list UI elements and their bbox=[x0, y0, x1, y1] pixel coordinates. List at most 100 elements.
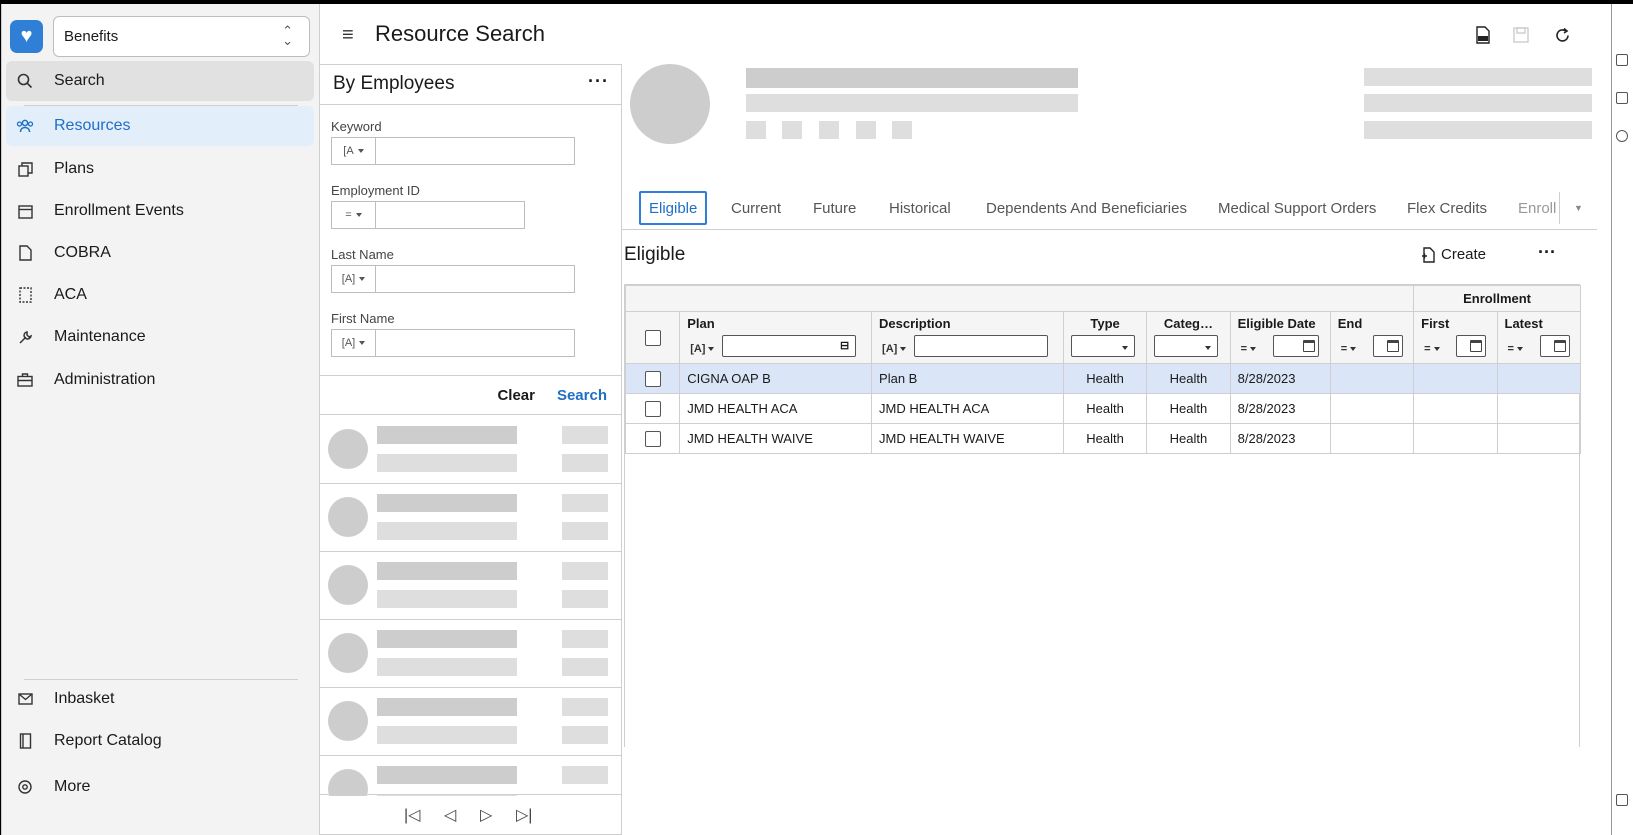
cell-end bbox=[1329, 393, 1415, 424]
badge-placeholder bbox=[856, 121, 876, 139]
sidebar-item-inbasket[interactable]: Inbasket bbox=[6, 679, 314, 719]
table-row[interactable]: JMD HEALTH WAIVE JMD HEALTH WAIVE Health… bbox=[624, 423, 1582, 454]
badge-placeholder bbox=[746, 121, 766, 139]
table-row[interactable]: JMD HEALTH ACA JMD HEALTH ACA Health Hea… bbox=[624, 393, 1582, 424]
row-checkbox[interactable] bbox=[644, 370, 661, 387]
sidebar-item-administration[interactable]: Administration bbox=[6, 360, 314, 400]
calendar-icon[interactable] bbox=[1553, 340, 1566, 352]
calendar-icon[interactable] bbox=[1302, 340, 1315, 352]
search-button[interactable]: Search bbox=[557, 387, 607, 404]
first-name-operator[interactable]: [A] bbox=[331, 329, 375, 357]
cell-first bbox=[1413, 423, 1498, 454]
keyword-label: Keyword bbox=[331, 119, 382, 134]
end-filter-operator[interactable]: = bbox=[1341, 343, 1356, 355]
calendar-icon[interactable] bbox=[1386, 340, 1399, 352]
plan-filter-input[interactable]: ⊟ bbox=[722, 335, 857, 357]
first-filter-operator[interactable]: = bbox=[1424, 343, 1439, 355]
cell-eligible-date: 8/28/2023 bbox=[1229, 363, 1331, 394]
row-checkbox[interactable] bbox=[644, 400, 661, 417]
last-page-icon[interactable]: ▷| bbox=[516, 805, 532, 825]
employment-id-input[interactable] bbox=[375, 201, 525, 229]
previous-page-icon[interactable]: ◁ bbox=[444, 805, 456, 825]
sidebar-item-enrollment-events[interactable]: Enrollment Events bbox=[6, 191, 314, 231]
mail-icon bbox=[16, 690, 34, 708]
type-filter-select[interactable] bbox=[1070, 335, 1135, 357]
last-name-label: Last Name bbox=[331, 247, 394, 262]
app-window: ♥ Benefits ⌃ ⌄ Search Resources Plans En… bbox=[1, 4, 1611, 835]
sidebar-item-maintenance[interactable]: Maintenance bbox=[6, 317, 314, 357]
last-name-operator[interactable]: [A] bbox=[331, 265, 375, 293]
tab-medical-support-orders[interactable]: Medical Support Orders bbox=[1218, 192, 1376, 224]
briefcase-icon bbox=[16, 371, 34, 389]
cell-plan: CIGNA OAP B bbox=[679, 363, 873, 394]
sidebar-item-aca[interactable]: ACA bbox=[6, 275, 314, 315]
keyword-operator[interactable]: [A bbox=[331, 137, 375, 165]
tab-current[interactable]: Current bbox=[731, 192, 781, 224]
col-category: Categ… bbox=[1146, 311, 1231, 364]
copy-icon bbox=[16, 160, 34, 178]
table-row[interactable]: CIGNA OAP B Plan B Health Health 8/28/20… bbox=[624, 363, 1582, 394]
eligible-grid: Enrollment Plan [A] ⊟ Description [A] Ty… bbox=[624, 284, 1582, 747]
more-options-icon[interactable]: ··· bbox=[588, 71, 609, 92]
benefits-logo-icon[interactable]: ♥ bbox=[10, 20, 43, 53]
last-name-input[interactable] bbox=[375, 265, 575, 293]
right-toolbar bbox=[1611, 4, 1633, 835]
end-filter-input[interactable] bbox=[1372, 335, 1403, 357]
first-name-label: First Name bbox=[331, 311, 395, 326]
employment-id-operator[interactable]: = bbox=[331, 201, 375, 229]
tab-historical[interactable]: Historical bbox=[889, 192, 951, 224]
sidebar-item-more[interactable]: More bbox=[6, 767, 314, 807]
description-filter-input[interactable] bbox=[914, 335, 1049, 357]
pdf-icon[interactable] bbox=[1472, 24, 1494, 46]
menu-icon[interactable]: ≡ bbox=[342, 24, 354, 47]
row-checkbox[interactable] bbox=[644, 430, 661, 447]
calendar-icon[interactable] bbox=[1470, 340, 1483, 352]
keyword-input[interactable] bbox=[375, 137, 575, 165]
sidebar-item-search[interactable]: Search bbox=[6, 61, 314, 101]
tab-enroll[interactable]: Enroll bbox=[1518, 192, 1556, 224]
tool-icon[interactable] bbox=[1616, 92, 1628, 104]
tool-icon[interactable] bbox=[1616, 54, 1628, 66]
create-label: Create bbox=[1441, 246, 1487, 263]
sidebar-item-plans[interactable]: Plans bbox=[6, 149, 314, 189]
sidebar-item-cobra[interactable]: COBRA bbox=[6, 233, 314, 273]
app-selector[interactable]: Benefits ⌃ ⌄ bbox=[53, 16, 310, 57]
sidebar-item-resources[interactable]: Resources bbox=[6, 106, 314, 146]
cell-description: Plan B bbox=[871, 363, 1064, 394]
sidebar-item-label: Report Catalog bbox=[54, 732, 162, 749]
tab-eligible[interactable]: Eligible bbox=[639, 191, 708, 225]
plan-filter-operator[interactable]: [A] bbox=[690, 343, 714, 355]
eligible-date-filter-input[interactable] bbox=[1272, 335, 1319, 357]
section-title: Eligible bbox=[624, 244, 686, 265]
tab-flex-credits[interactable]: Flex Credits bbox=[1407, 192, 1487, 224]
first-page-icon[interactable]: |◁ bbox=[404, 805, 420, 825]
save-icon[interactable] bbox=[1510, 24, 1532, 46]
tab-dependents-and-beneficiaries[interactable]: Dependents And Beneficiaries bbox=[986, 192, 1187, 224]
first-name-input[interactable] bbox=[375, 329, 575, 357]
cell-end bbox=[1329, 423, 1415, 454]
subtitle-placeholder bbox=[746, 94, 1078, 112]
calendar-icon bbox=[16, 202, 34, 220]
filter-search-icon[interactable]: ⊟ bbox=[840, 339, 849, 352]
settings-icon bbox=[16, 778, 34, 796]
refresh-icon[interactable] bbox=[1551, 24, 1573, 46]
description-filter-operator[interactable]: [A] bbox=[882, 343, 906, 355]
tabs-overflow-icon[interactable]: ▼ bbox=[1559, 192, 1597, 224]
cell-latest bbox=[1496, 423, 1582, 454]
eligible-date-filter-operator[interactable]: = bbox=[1241, 343, 1256, 355]
first-filter-input[interactable] bbox=[1456, 335, 1487, 357]
next-page-icon[interactable]: ▷ bbox=[480, 805, 492, 825]
sidebar-item-label: COBRA bbox=[54, 244, 111, 261]
tool-icon[interactable] bbox=[1616, 794, 1628, 806]
section-more-icon[interactable]: ··· bbox=[1538, 242, 1556, 263]
tab-future[interactable]: Future bbox=[813, 192, 856, 224]
sidebar-item-report-catalog[interactable]: Report Catalog bbox=[6, 721, 314, 761]
select-all-checkbox[interactable] bbox=[644, 329, 661, 346]
category-filter-select[interactable] bbox=[1154, 335, 1219, 357]
latest-filter-input[interactable] bbox=[1539, 335, 1570, 357]
info-placeholder bbox=[1364, 68, 1592, 86]
create-button[interactable]: Create bbox=[1421, 246, 1486, 263]
latest-filter-operator[interactable]: = bbox=[1508, 343, 1523, 355]
help-icon[interactable] bbox=[1616, 130, 1628, 142]
clear-button[interactable]: Clear bbox=[497, 387, 535, 404]
